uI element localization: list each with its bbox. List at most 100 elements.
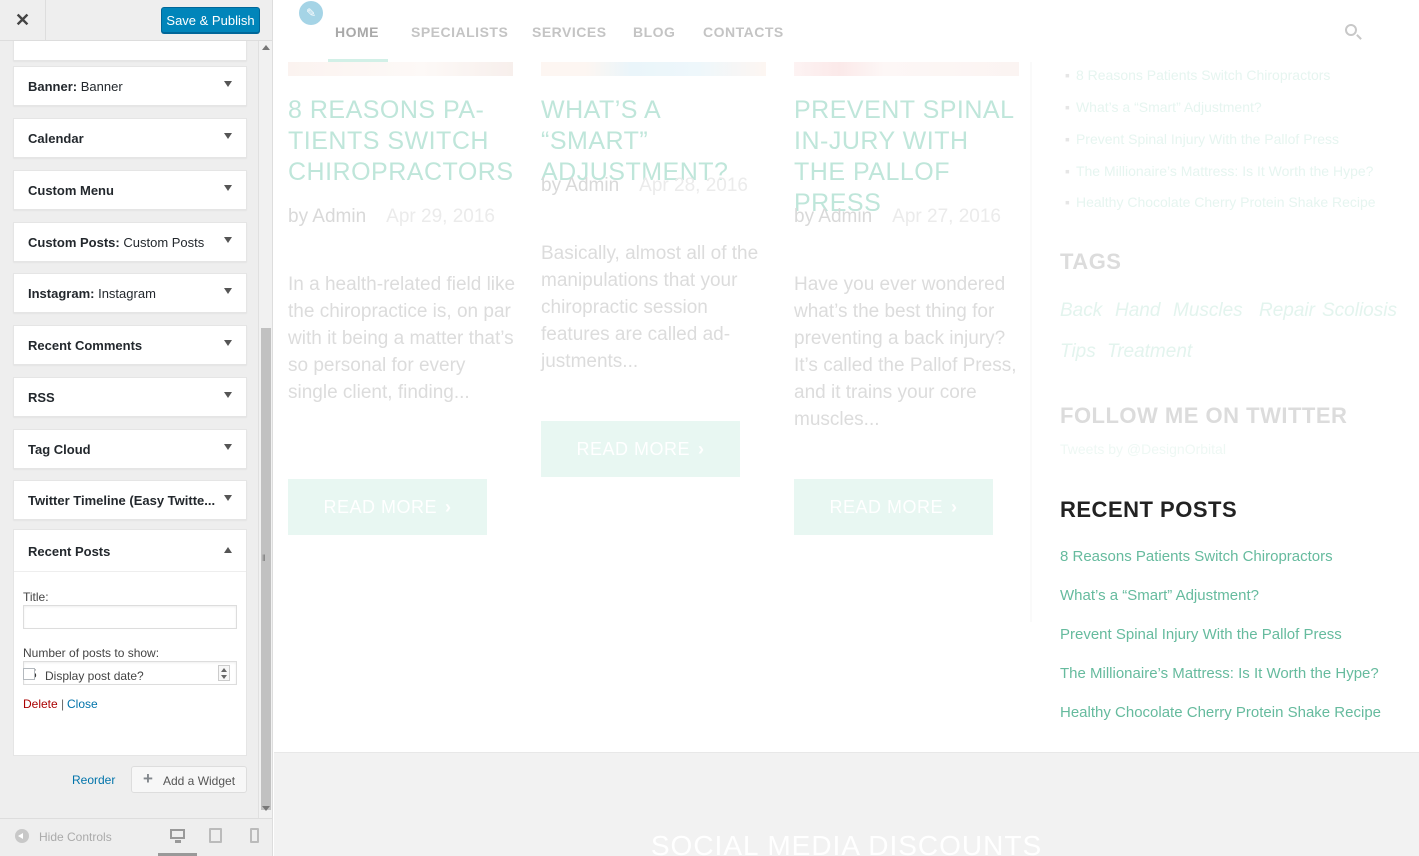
- read-more-button[interactable]: READ MORE ›: [794, 479, 993, 535]
- tablet-icon[interactable]: [208, 828, 224, 844]
- customizer-sidebar: ✕ Save & Publish Banner: Banner Calendar…: [0, 0, 273, 856]
- expand-arrow-icon[interactable]: [224, 392, 232, 398]
- nav-specialists[interactable]: SPECIALISTS: [411, 24, 508, 40]
- add-widget-button[interactable]: + Add a Widget: [131, 766, 247, 793]
- customizer-footer: Hide Controls: [0, 818, 272, 856]
- tweets-by-link[interactable]: Tweets by @DesignOrbital: [1060, 441, 1226, 457]
- widget-instagram[interactable]: Instagram: Instagram: [13, 273, 247, 313]
- side-list-item[interactable]: ▪ What’s a “Smart” Adjustment?: [1065, 99, 1262, 115]
- post-image[interactable]: [288, 62, 513, 76]
- recent-post-link[interactable]: What’s a “Smart” Adjustment?: [1060, 587, 1259, 604]
- widget-header[interactable]: Recent Posts: [14, 530, 246, 572]
- chevron-right-icon: ›: [698, 438, 705, 459]
- close-link[interactable]: Close: [67, 697, 98, 711]
- post-excerpt: In a health-related field like the chiro…: [288, 274, 516, 403]
- count-label: Number of posts to show:: [23, 646, 160, 660]
- widget-recent-posts: Recent Posts Title: Number of posts to s…: [13, 529, 247, 756]
- read-more-button[interactable]: READ MORE ›: [288, 479, 487, 535]
- side-list-item[interactable]: ▪ Healthy Chocolate Cherry Protein Shake …: [1065, 194, 1376, 210]
- widget-subtitle: Banner: [80, 79, 123, 94]
- widget-title: Calendar: [28, 131, 84, 146]
- expand-arrow-icon[interactable]: [224, 185, 232, 191]
- recent-post-link[interactable]: 8 Reasons Patients Switch Chiropractors: [1060, 548, 1333, 565]
- widget-recent-comments[interactable]: Recent Comments: [13, 325, 247, 365]
- mobile-icon[interactable]: [248, 828, 264, 844]
- hide-controls-label[interactable]: Hide Controls: [39, 830, 112, 844]
- stepper-down-icon[interactable]: [221, 675, 227, 679]
- widget-tag-cloud[interactable]: Tag Cloud: [13, 429, 247, 469]
- widget-title: Tag Cloud: [28, 442, 91, 457]
- recent-post-link[interactable]: Prevent Spinal Injury With the Pallof Pr…: [1060, 626, 1342, 643]
- expand-arrow-icon[interactable]: [224, 340, 232, 346]
- collapse-arrow-icon[interactable]: [224, 547, 232, 553]
- post-date: Apr 29, 2016: [386, 206, 495, 227]
- widget-banner[interactable]: Banner: Banner: [13, 66, 247, 106]
- nav-contacts[interactable]: CONTACTS: [703, 24, 784, 40]
- side-list-item[interactable]: ▪ 8 Reasons Patients Switch Chiropractors: [1065, 67, 1330, 83]
- tag-link[interactable]: Treatment: [1107, 341, 1192, 363]
- tag-link[interactable]: Repair: [1259, 300, 1315, 322]
- expand-arrow-icon[interactable]: [224, 133, 232, 139]
- widget-twitter-timeline[interactable]: Twitter Timeline (Easy Twitte...: [13, 480, 247, 520]
- tag-link[interactable]: Tips: [1060, 341, 1096, 363]
- delete-link[interactable]: Delete: [23, 697, 58, 711]
- twitter-heading: FOLLOW ME ON TWITTER: [1060, 403, 1348, 428]
- expand-arrow-icon[interactable]: [224, 288, 232, 294]
- expand-arrow-icon[interactable]: [224, 81, 232, 87]
- widget-custom-posts[interactable]: Custom Posts: Custom Posts: [13, 222, 247, 262]
- customizer-header: ✕ Save & Publish: [0, 0, 272, 41]
- stepper-up-icon[interactable]: [221, 668, 227, 672]
- tag-link[interactable]: Muscles: [1173, 300, 1243, 322]
- close-icon: ✕: [14, 10, 31, 30]
- post-author[interactable]: by Admin: [288, 206, 366, 227]
- read-more-button[interactable]: READ MORE ›: [541, 421, 740, 477]
- post-meta: by Admin Apr 28, 2016: [541, 172, 771, 199]
- post-author[interactable]: by Admin: [794, 206, 872, 227]
- tags-heading: TAGS: [1060, 249, 1122, 274]
- widget-partial[interactable]: [13, 41, 247, 61]
- hide-controls-icon[interactable]: [15, 829, 29, 843]
- scroll-down-icon[interactable]: [262, 806, 270, 811]
- close-customizer-button[interactable]: ✕: [0, 0, 46, 41]
- tag-link[interactable]: Scoliosis: [1322, 300, 1397, 322]
- nav-blog[interactable]: BLOG: [633, 24, 675, 40]
- expand-arrow-icon[interactable]: [224, 495, 232, 501]
- site-nav: ✎ HOME SPECIALISTS SERVICES BLOG CONTACT…: [274, 0, 1419, 62]
- tag-link[interactable]: Hand: [1115, 300, 1160, 322]
- side-list-item[interactable]: ▪ The Millionaire’s Mattress: Is It Worth…: [1065, 163, 1373, 179]
- recent-post-link[interactable]: The Millionaire’s Mattress: Is It Worth …: [1060, 665, 1379, 682]
- content-divider: [1030, 62, 1032, 622]
- reorder-link[interactable]: Reorder: [72, 773, 115, 787]
- recent-post-link[interactable]: Healthy Chocolate Cherry Protein Shake R…: [1060, 704, 1381, 721]
- save-publish-button[interactable]: Save & Publish: [161, 7, 260, 33]
- post-image[interactable]: [794, 62, 1019, 76]
- sidebar-scrollbar[interactable]: [258, 41, 272, 818]
- widget-rss[interactable]: RSS: [13, 377, 247, 417]
- widget-calendar[interactable]: Calendar: [13, 118, 247, 158]
- number-stepper[interactable]: [218, 665, 230, 681]
- scrollbar-thumb[interactable]: [261, 328, 271, 810]
- post-title[interactable]: PREVENT SPINAL IN-JURY WITH THE PALLOF P…: [794, 95, 1024, 219]
- edit-shortcut-pencil-icon[interactable]: ✎: [299, 1, 323, 25]
- nav-home[interactable]: HOME: [335, 24, 379, 40]
- tag-link[interactable]: Back: [1060, 300, 1102, 322]
- nav-services[interactable]: SERVICES: [532, 24, 607, 40]
- expand-arrow-icon[interactable]: [224, 237, 232, 243]
- widget-title: Custom Menu: [28, 183, 114, 198]
- scroll-up-icon[interactable]: [262, 45, 270, 50]
- search-icon[interactable]: [1345, 24, 1357, 36]
- expand-arrow-icon[interactable]: [224, 444, 232, 450]
- widget-custom-menu[interactable]: Custom Menu: [13, 170, 247, 210]
- title-label: Title:: [23, 590, 49, 604]
- widget-subtitle: Custom Posts: [123, 235, 205, 250]
- title-input[interactable]: [23, 605, 237, 629]
- post-image[interactable]: [541, 62, 766, 76]
- widget-title: Recent Comments: [28, 338, 143, 353]
- post-author[interactable]: by Admin: [541, 175, 619, 196]
- post-title[interactable]: 8 REASONS PA-TIENTS SWITCH CHIROPRACTORS: [288, 95, 518, 188]
- resize-grip-icon[interactable]: ‖: [262, 554, 266, 563]
- side-list-item[interactable]: ▪ Prevent Spinal Injury With the Pallof P…: [1065, 131, 1339, 147]
- display-date-checkbox[interactable]: [23, 668, 35, 680]
- display-date-label: Display post date?: [45, 669, 144, 683]
- desktop-icon[interactable]: [170, 828, 186, 844]
